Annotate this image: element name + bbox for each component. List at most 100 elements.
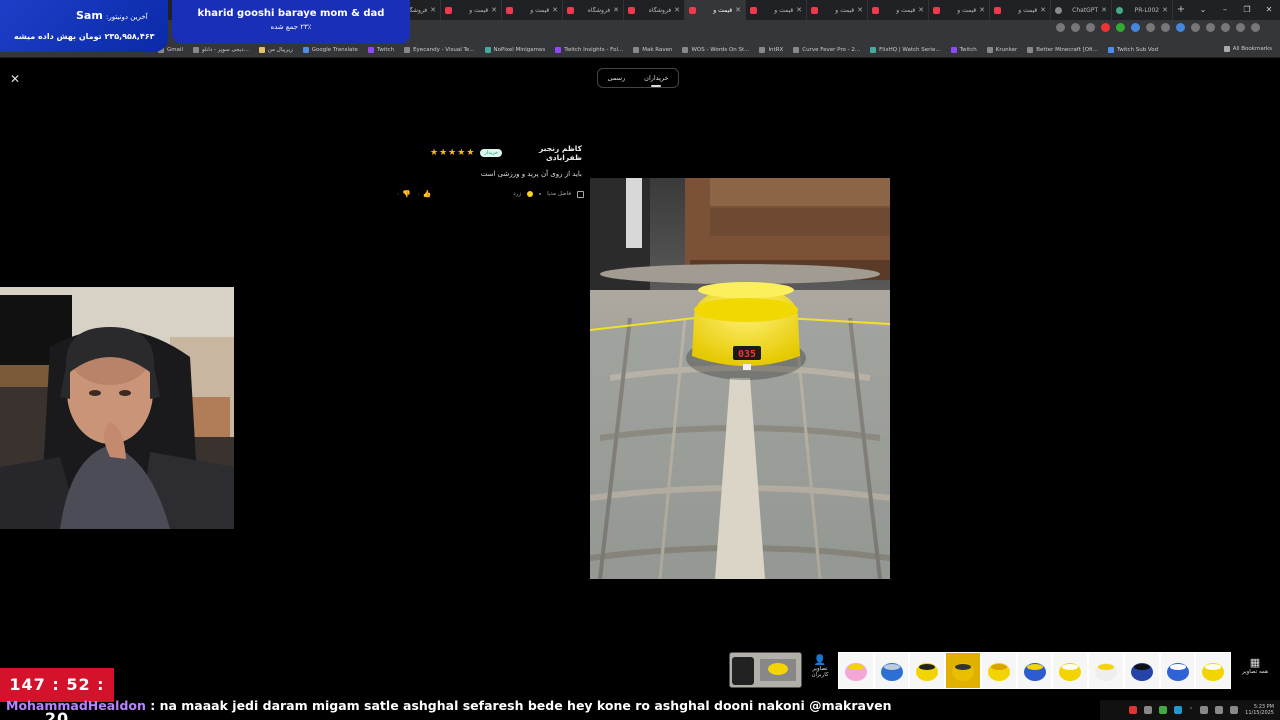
- close-tab-icon[interactable]: ✕: [735, 6, 741, 14]
- browser-tab[interactable]: ChatGPT ✕: [1051, 0, 1112, 20]
- menu-icon[interactable]: [1251, 23, 1260, 32]
- tray-app-icon[interactable]: [1158, 706, 1167, 714]
- page-icon: [793, 46, 800, 53]
- browser-tab[interactable]: قیمت و ✕: [868, 0, 929, 20]
- browser-tab[interactable]: قیمت و ✕: [502, 0, 563, 20]
- bookmark-item[interactable]: Eyecandy - Visual Te...: [404, 46, 475, 53]
- product-thumbnail[interactable]: [946, 653, 980, 688]
- digikala-icon: [689, 6, 696, 14]
- product-thumbnail[interactable]: [839, 653, 873, 688]
- star-icon: ★: [466, 148, 475, 158]
- bookmark-item[interactable]: Mak Raven: [633, 46, 672, 53]
- translate-icon[interactable]: [1071, 23, 1080, 32]
- product-thumbnail[interactable]: [1017, 653, 1052, 688]
- bookmarks-bar: Gmail دیجی سوپر - دانلو... زیرپیال من Googl…: [0, 42, 1280, 58]
- bookmark-item[interactable]: WOS - Words On St...: [682, 46, 749, 53]
- close-tab-icon[interactable]: ✕: [674, 6, 680, 14]
- bookmark-item[interactable]: Curve Fever Pro - 2...: [793, 46, 860, 53]
- close-window-button[interactable]: ✕: [1258, 0, 1280, 20]
- bookmark-item[interactable]: FlixHQ | Watch Serie...: [870, 46, 941, 53]
- product-thumbnail[interactable]: [981, 653, 1016, 688]
- mic-icon[interactable]: [1200, 706, 1209, 714]
- page-icon: [759, 46, 766, 53]
- close-tab-icon[interactable]: ✕: [1162, 6, 1168, 14]
- system-clock[interactable]: 5:23 PM 11/15/2025: [1245, 704, 1274, 716]
- profile-icon[interactable]: [1236, 23, 1245, 32]
- close-tab-icon[interactable]: ✕: [613, 6, 619, 14]
- screen: فروشگاه ✕ قیمت و ✕ قیمت و ✕ فروشگاه ✕ فروشگاه ✕ قی…: [0, 0, 1280, 720]
- all-bookmarks-button[interactable]: All Bookmarks: [1223, 46, 1272, 52]
- network-icon[interactable]: [1215, 706, 1224, 714]
- bookmark-item[interactable]: Twitch Insights - Fol...: [555, 46, 623, 53]
- bookmark-item[interactable]: NoPixel Minigames: [484, 46, 545, 53]
- customer-images-button[interactable]: 👤 تصاویر کاربران: [806, 655, 834, 687]
- close-tab-icon[interactable]: ✕: [491, 6, 497, 14]
- product-thumbnail[interactable]: [1124, 653, 1159, 688]
- review-source-toggle: خریداران رسمی: [597, 68, 679, 88]
- product-thumbnail[interactable]: [910, 653, 945, 688]
- close-tab-icon[interactable]: ✕: [979, 6, 985, 14]
- product-thumbnail[interactable]: [1196, 653, 1231, 688]
- product-thumbnail[interactable]: [1089, 653, 1123, 688]
- close-tab-icon[interactable]: ✕: [857, 6, 863, 14]
- tray-app-icon[interactable]: [1128, 706, 1137, 714]
- product-thumbnail[interactable]: [1160, 653, 1195, 688]
- new-tab-button[interactable]: +: [1173, 0, 1189, 20]
- close-tab-icon[interactable]: ✕: [430, 6, 436, 14]
- maximize-button[interactable]: ❐: [1236, 0, 1258, 20]
- close-tab-icon[interactable]: ✕: [796, 6, 802, 14]
- volume-icon[interactable]: [1230, 706, 1239, 714]
- close-tab-icon[interactable]: ✕: [552, 6, 558, 14]
- tray-app-icon[interactable]: [1173, 706, 1182, 714]
- bookmark-item[interactable]: زیرپیال من: [258, 46, 293, 53]
- bookmark-item[interactable]: Twitch: [367, 46, 394, 53]
- bookmark-item[interactable]: Better Minecraft [Ofi...: [1027, 46, 1098, 53]
- browser-tab[interactable]: قیمت و ✕: [685, 0, 746, 20]
- ext-icon[interactable]: [1146, 23, 1155, 32]
- ext-icon[interactable]: [1161, 23, 1170, 32]
- goal-title: kharid gooshi baraye mom & dad: [197, 8, 385, 19]
- close-tab-icon[interactable]: ✕: [1040, 6, 1046, 14]
- browser-tab[interactable]: قیمت و ✕: [746, 0, 807, 20]
- tray-app-icon[interactable]: [1143, 706, 1152, 714]
- bookmark-item[interactable]: دیجی سوپر - دانلو...: [193, 46, 249, 53]
- puzzle-icon[interactable]: [1206, 23, 1215, 32]
- browser-tab[interactable]: قیمت و ✕: [990, 0, 1051, 20]
- bookmark-item[interactable]: IntRX: [759, 46, 783, 53]
- video-thumbnail[interactable]: [729, 652, 802, 688]
- ext-icon[interactable]: [1176, 23, 1185, 32]
- ext-green-icon[interactable]: [1116, 23, 1125, 32]
- browser-tab[interactable]: PR-L002 ✕: [1112, 0, 1173, 20]
- dropdown-icon[interactable]: ⌄: [1192, 0, 1214, 20]
- browser-tab[interactable]: فروشگاه ✕: [624, 0, 685, 20]
- grid-icon: ▦: [1249, 656, 1261, 669]
- browser-tab[interactable]: فروشگاه ✕: [563, 0, 624, 20]
- close-icon[interactable]: ✕: [10, 72, 20, 86]
- bookmark-item[interactable]: Twitch: [950, 46, 977, 53]
- tab-title: ChatGPT: [1072, 6, 1099, 14]
- ext-red-icon[interactable]: [1101, 23, 1110, 32]
- tab-buyers[interactable]: خریداران: [644, 74, 669, 87]
- bookmark-item[interactable]: Google Translate: [302, 46, 358, 53]
- chevron-up-icon[interactable]: ⌃: [1189, 707, 1193, 713]
- product-thumbnail[interactable]: [1053, 653, 1088, 688]
- tab-official[interactable]: رسمی: [607, 74, 625, 82]
- bookmark-item[interactable]: Twitch Sub Vod: [1107, 46, 1158, 53]
- like-button[interactable]: 👍 ۰: [417, 190, 432, 198]
- close-tab-icon[interactable]: ✕: [918, 6, 924, 14]
- minimize-button[interactable]: –: [1214, 0, 1236, 20]
- bookmark-star-icon[interactable]: [1086, 23, 1095, 32]
- browser-tab[interactable]: قیمت و ✕: [807, 0, 868, 20]
- install-icon[interactable]: [1056, 23, 1065, 32]
- ext-icon[interactable]: [1191, 23, 1200, 32]
- dislike-button[interactable]: 👎 ۰: [396, 190, 411, 198]
- sidebar-icon[interactable]: [1221, 23, 1230, 32]
- browser-tab[interactable]: قیمت و ✕: [441, 0, 502, 20]
- ext-blue-icon[interactable]: [1131, 23, 1140, 32]
- browser-tab[interactable]: قیمت و ✕: [929, 0, 990, 20]
- product-thumbnail[interactable]: [874, 653, 909, 688]
- bookmark-item[interactable]: Krunker: [986, 46, 1017, 53]
- close-tab-icon[interactable]: ✕: [1101, 6, 1107, 14]
- all-images-button[interactable]: ▦ همه تصاویر: [1240, 656, 1270, 686]
- goal-overlay: kharid gooshi baraye mom & dad ۲۳٪ جمع ش…: [172, 0, 410, 44]
